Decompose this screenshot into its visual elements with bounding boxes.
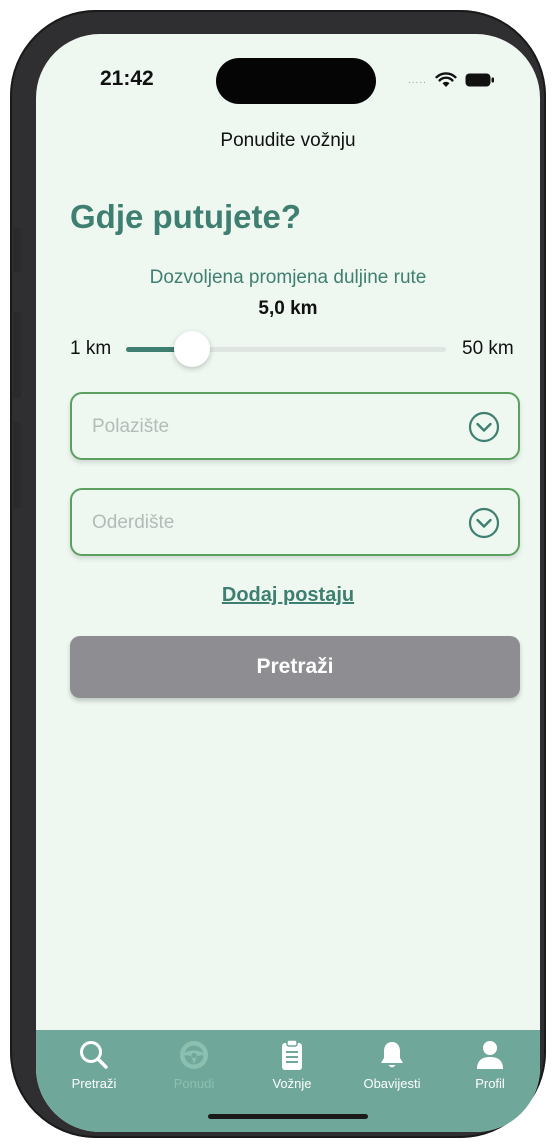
slider-thumb[interactable]	[174, 331, 210, 367]
dynamic-island	[216, 58, 376, 104]
status-time: 21:42	[100, 67, 154, 90]
tab-search[interactable]: Pretraži	[44, 1038, 144, 1091]
search-button[interactable]: Pretraži	[70, 636, 520, 698]
tab-rides-label: Vožnje	[272, 1076, 312, 1091]
slider-min-label: 1 km	[70, 338, 112, 359]
status-icons: .....	[408, 68, 495, 92]
route-change-label: Dozvoljena promjena duljine rute	[149, 267, 427, 288]
slider-max-label: 50 km	[462, 338, 514, 359]
steering-wheel-icon	[180, 1041, 208, 1069]
departure-placeholder: Polazište	[92, 416, 170, 437]
chevron-down-circle-icon[interactable]	[468, 507, 500, 539]
add-stop-link[interactable]: Dodaj postaju	[36, 584, 540, 607]
destination-placeholder: Oderdište	[92, 512, 175, 533]
tab-offer[interactable]: Ponudi	[144, 1038, 244, 1091]
person-icon	[477, 1041, 503, 1069]
mute-switch	[13, 228, 21, 272]
section-heading: Gdje putujete?	[70, 198, 301, 235]
tab-profile[interactable]: Profil	[440, 1038, 540, 1091]
wifi-icon	[435, 72, 457, 87]
page-title: Ponudite vožnju	[220, 130, 356, 151]
bell-icon	[381, 1042, 403, 1068]
signal-dots: .....	[408, 74, 427, 86]
route-change-value: 5,0 km	[258, 298, 318, 319]
tab-notifications-label: Obavijesti	[363, 1076, 421, 1091]
tab-offer-label: Ponudi	[173, 1076, 215, 1091]
volume-up-button	[13, 312, 21, 398]
chevron-down-circle-icon[interactable]	[468, 411, 500, 443]
tab-notifications[interactable]: Obavijesti	[342, 1038, 442, 1091]
volume-down-button	[13, 422, 21, 508]
route-change-slider[interactable]	[126, 331, 446, 367]
clipboard-icon	[282, 1039, 302, 1070]
tab-rides[interactable]: Vožnje	[242, 1038, 342, 1091]
app-screen: 21:42 ..... Ponudite vožnju Gdje putujet…	[36, 34, 540, 1132]
search-icon	[80, 1041, 108, 1069]
home-indicator	[208, 1114, 368, 1119]
tab-search-label: Pretraži	[71, 1076, 117, 1091]
departure-field[interactable]: Polazište	[70, 392, 520, 460]
tab-profile-label: Profil	[475, 1076, 505, 1091]
destination-field[interactable]: Oderdište	[70, 488, 520, 556]
battery-icon	[465, 73, 494, 87]
phone-frame: 21:42 ..... Ponudite vožnju Gdje putujet…	[10, 10, 546, 1138]
